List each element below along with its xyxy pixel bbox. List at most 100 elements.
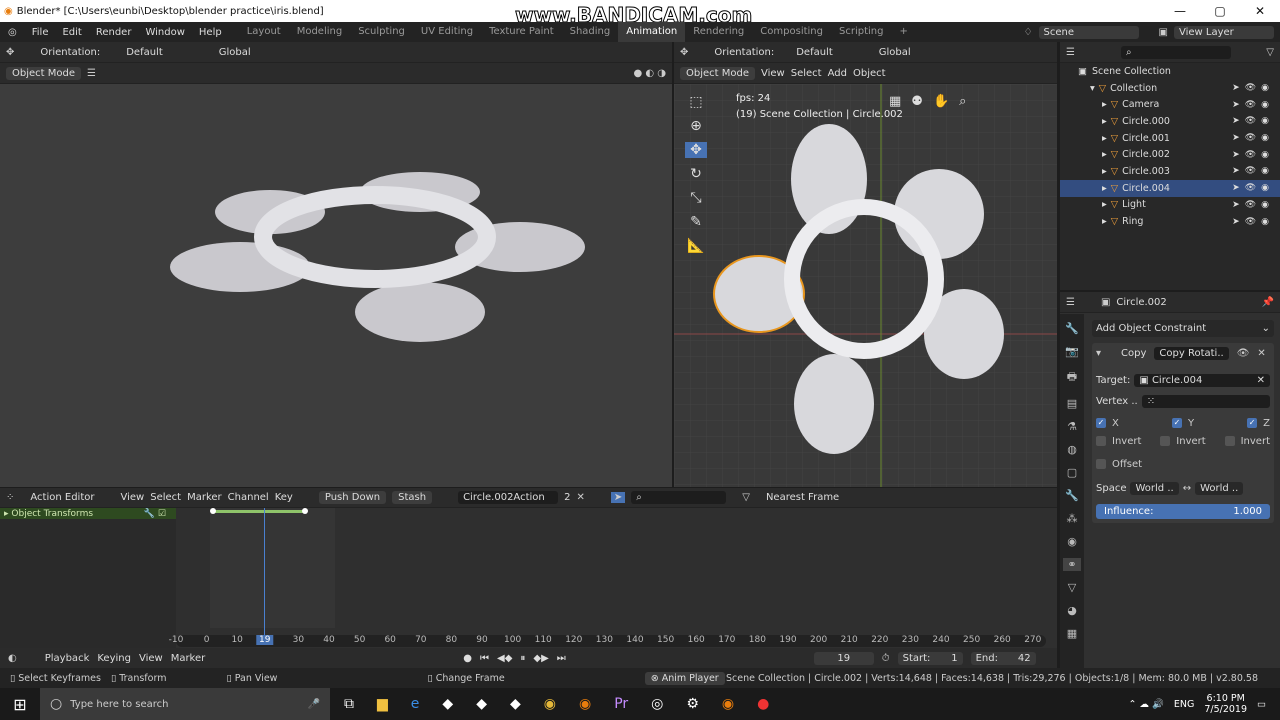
visibility-icons[interactable]: ➤👁◉ (1232, 83, 1274, 93)
minimize-button[interactable]: — (1160, 4, 1200, 18)
only-selected-icon[interactable]: ➤ (610, 492, 626, 503)
channel-object-transforms[interactable]: ▸ Object Transforms 🔧 ☑ (0, 508, 176, 519)
edge-icon[interactable]: e (411, 696, 420, 712)
axis-z-checkbox[interactable]: ✓ Z (1247, 418, 1270, 429)
next-keyframe-icon[interactable]: ◆▶ (533, 653, 548, 664)
menu-view[interactable]: View (761, 68, 785, 79)
expand-icon[interactable]: ▸ (1102, 183, 1107, 194)
bandicam-icon[interactable]: ● (757, 696, 769, 712)
language-indicator[interactable]: ENG (1174, 699, 1194, 710)
visibility-icons[interactable]: ➤👁◉ (1232, 150, 1274, 160)
invert-x-checkbox[interactable]: Invert (1096, 436, 1141, 447)
object-tab-icon[interactable]: ▢ (1067, 466, 1077, 479)
chrome-icon[interactable]: ◉ (544, 696, 556, 712)
frame-ruler[interactable]: -10 0 10 19 30 40 50 60 70 80 90 100 110 120 130 140 150… (169, 635, 1046, 647)
delete-constraint-icon[interactable]: ✕ (1257, 348, 1265, 359)
jump-start-icon[interactable]: ⏮ (480, 653, 489, 664)
outliner-item[interactable]: ▸ ▽ Circle.001 ➤👁◉ (1060, 130, 1280, 147)
constraint-name-input[interactable]: Copy Rotati.. (1154, 347, 1229, 360)
menu-view[interactable]: View (120, 492, 144, 503)
pan-hand-icon[interactable]: ✋ (933, 94, 949, 109)
constraint-tab-icon[interactable]: ⚭ (1063, 558, 1081, 571)
cursor-icon[interactable]: ⊕ (690, 118, 702, 134)
pin-icon[interactable]: 📌 (1262, 297, 1274, 308)
view-layer-icon[interactable]: ▣ (1159, 27, 1168, 38)
material-tab-icon[interactable]: ◕ (1067, 604, 1077, 617)
expand-icon[interactable]: ▾ (1090, 83, 1095, 94)
transform-gizmo-icon[interactable]: ✥ (680, 47, 688, 58)
task-view-icon[interactable]: ⧉ (344, 696, 354, 712)
outliner-item[interactable]: ▸ ▽ Circle.004 ➤👁◉ (1060, 179, 1280, 197)
expand-icon[interactable]: ▸ (1102, 133, 1107, 144)
particles-tab-icon[interactable]: ⁂ (1067, 512, 1078, 525)
workspace-tab[interactable]: UV Editing (413, 22, 481, 42)
data-tab-icon[interactable]: ▽ (1068, 581, 1076, 594)
menu-add[interactable]: Add (828, 68, 847, 79)
action-name-field[interactable]: Circle.002Action (458, 491, 559, 504)
clock[interactable]: 6:10 PM 7/5/2019 (1204, 693, 1247, 715)
right-3d-viewport[interactable]: ✥ Orientation: Default Global Object Mod… (674, 42, 1057, 487)
influence-slider[interactable]: Influence: 1.000 (1096, 504, 1270, 519)
menu-render[interactable]: Render (89, 27, 139, 38)
premiere-icon[interactable]: Pr (614, 696, 628, 712)
action-editor[interactable]: ⁘ Action Editor View Select Marker Chann… (0, 488, 1057, 648)
outliner-item[interactable]: ▾ ▽ Collection ➤👁◉ (1060, 80, 1280, 97)
annotate-icon[interactable]: ✎ (690, 214, 702, 230)
camera-grid-icon[interactable]: ▦ (889, 94, 901, 109)
menu-file[interactable]: File (25, 27, 56, 38)
action-editor-mode-dropdown[interactable]: Action Editor (30, 492, 94, 503)
workspace-tab[interactable]: Layout (239, 22, 289, 42)
visibility-icons[interactable]: ➤👁◉ (1232, 217, 1274, 227)
keyframe-bar[interactable] (212, 510, 305, 513)
pause-icon[interactable]: ⏸ (520, 653, 525, 664)
select-box-icon[interactable]: ⬚ (689, 94, 702, 110)
close-button[interactable]: ✕ (1240, 4, 1280, 18)
workspace-tab[interactable]: Scripting (831, 22, 891, 42)
menu-view[interactable]: View (139, 653, 163, 664)
menu-window[interactable]: Window (138, 27, 191, 38)
left-3d-viewport[interactable]: ✥ Orientation: Default Global Object Mod… (0, 42, 672, 487)
workspace-tab[interactable]: Compositing (752, 22, 831, 42)
outliner-root[interactable]: ▣ Scene Collection (1060, 63, 1280, 80)
outliner-item[interactable]: ▸ ▽ Circle.003 ➤👁◉ (1060, 163, 1280, 180)
channel-search-input[interactable]: ⌕ (631, 491, 727, 504)
render-tab-icon[interactable]: 📷 (1065, 345, 1079, 358)
workspace-tab[interactable]: Texture Paint (481, 22, 562, 42)
blender-taskbar-icon[interactable]: ◉ (722, 696, 734, 712)
texture-tab-icon[interactable]: ▦ (1067, 627, 1077, 640)
steam-icon[interactable]: ◎ (651, 696, 663, 712)
close-action-icon[interactable]: ✕ (576, 492, 584, 503)
world-tab-icon[interactable]: ◍ (1067, 443, 1077, 456)
tray-icons[interactable]: ⌃ ☁ 🔊 (1129, 699, 1164, 710)
visibility-icons[interactable]: ➤👁◉ (1232, 183, 1274, 193)
settings-icon[interactable]: ⚙ (686, 696, 699, 712)
windows-start-icon[interactable]: ⊞ (0, 695, 40, 714)
invert-y-checkbox[interactable]: Invert (1160, 436, 1206, 447)
vertex-group-field[interactable]: ⁙ (1141, 395, 1270, 408)
workspace-tab[interactable]: Rendering (685, 22, 752, 42)
add-object-constraint-dropdown[interactable]: Add Object Constraint ⌄ (1092, 320, 1274, 337)
visibility-icons[interactable]: ➤👁◉ (1232, 166, 1274, 176)
editor-type-icon[interactable]: ☰ (1066, 297, 1075, 308)
anim-player-button[interactable]: ⊗ Anim Player (644, 671, 725, 685)
move-icon[interactable]: ✥ (685, 142, 707, 158)
menu-channel[interactable]: Channel (228, 492, 269, 503)
outliner-item[interactable]: ▸ ▽ Ring ➤👁◉ (1060, 213, 1280, 230)
menu-key[interactable]: Key (275, 492, 293, 503)
playhead[interactable] (264, 508, 265, 636)
eye-icon[interactable]: 👁 (1237, 348, 1250, 359)
visibility-icons[interactable]: ➤👁◉ (1232, 133, 1274, 143)
workspace-tab[interactable]: Sculpting (350, 22, 413, 42)
taskbar-search-input[interactable]: ○ Type here to search 🎤 (40, 688, 330, 720)
rotate-icon[interactable]: ↻ (690, 166, 702, 182)
app-icon[interactable]: ◆ (442, 696, 453, 712)
output-tab-icon[interactable]: 🖶 (1067, 368, 1077, 387)
menu-playback[interactable]: Playback (45, 653, 90, 664)
menu-help[interactable]: Help (192, 27, 229, 38)
app-icon[interactable]: ◆ (476, 696, 487, 712)
workspace-tab[interactable]: + (891, 22, 915, 42)
editor-type-icon[interactable]: ⁘ (6, 492, 14, 503)
filter-icon[interactable]: ▽ (742, 492, 750, 503)
visibility-icons[interactable]: ➤👁◉ (1232, 116, 1274, 126)
keyframe[interactable] (210, 508, 216, 514)
